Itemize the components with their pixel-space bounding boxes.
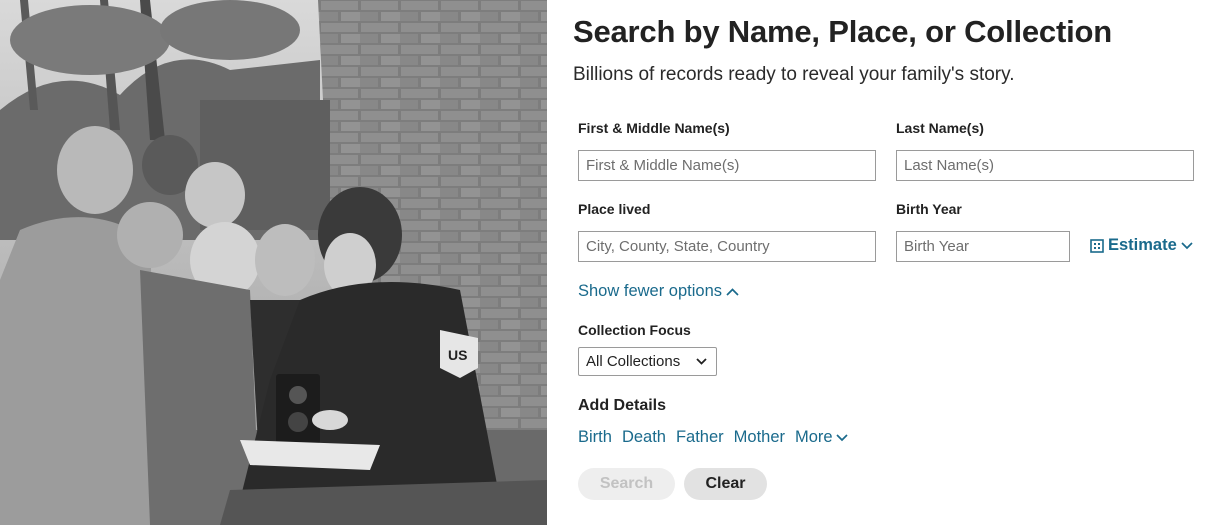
search-panel: Search by Name, Place, or Collection Bil…	[573, 0, 1203, 525]
estimate-label: Estimate	[1108, 236, 1177, 254]
page-subtitle: Billions of records ready to reveal your…	[573, 64, 1015, 85]
us-patch-text: US	[448, 347, 467, 363]
place-lived-input[interactable]	[578, 231, 876, 262]
chevron-down-icon	[836, 433, 848, 441]
add-details-title: Add Details	[578, 397, 667, 414]
place-lived-label: Place lived	[578, 201, 651, 217]
hero-photo-illustration: US	[0, 0, 547, 525]
birth-year-input[interactable]	[896, 231, 1070, 262]
add-details-death-link[interactable]: Death	[622, 428, 666, 447]
last-name-label: Last Name(s)	[896, 120, 984, 136]
show-fewer-options-label: Show fewer options	[578, 282, 722, 300]
page-title: Search by Name, Place, or Collection	[573, 14, 1112, 49]
estimate-button[interactable]: Estimate	[1090, 236, 1193, 255]
clear-button[interactable]: Clear	[684, 468, 767, 500]
add-details-father-link[interactable]: Father	[676, 428, 724, 447]
add-details-more-label: More	[795, 428, 833, 446]
collection-focus-label: Collection Focus	[578, 322, 691, 338]
first-name-label: First & Middle Name(s)	[578, 120, 730, 136]
first-name-input[interactable]	[578, 150, 876, 181]
search-button[interactable]: Search	[578, 468, 675, 500]
collection-focus-value: All Collections	[586, 353, 681, 370]
chevron-up-icon	[726, 287, 739, 296]
collection-focus-select[interactable]: All Collections	[578, 347, 717, 376]
show-fewer-options-link[interactable]: Show fewer options	[578, 282, 739, 301]
add-details-more-link[interactable]: More	[795, 428, 848, 447]
chevron-down-icon	[1181, 241, 1193, 249]
calculator-icon	[1090, 238, 1104, 253]
hero-photo: US	[0, 0, 547, 525]
birth-year-label: Birth Year	[896, 201, 962, 217]
add-details-links: Birth Death Father Mother More	[578, 428, 848, 447]
last-name-input[interactable]	[896, 150, 1194, 181]
chevron-down-icon	[696, 358, 707, 365]
add-details-birth-link[interactable]: Birth	[578, 428, 612, 447]
add-details-mother-link[interactable]: Mother	[734, 428, 785, 447]
